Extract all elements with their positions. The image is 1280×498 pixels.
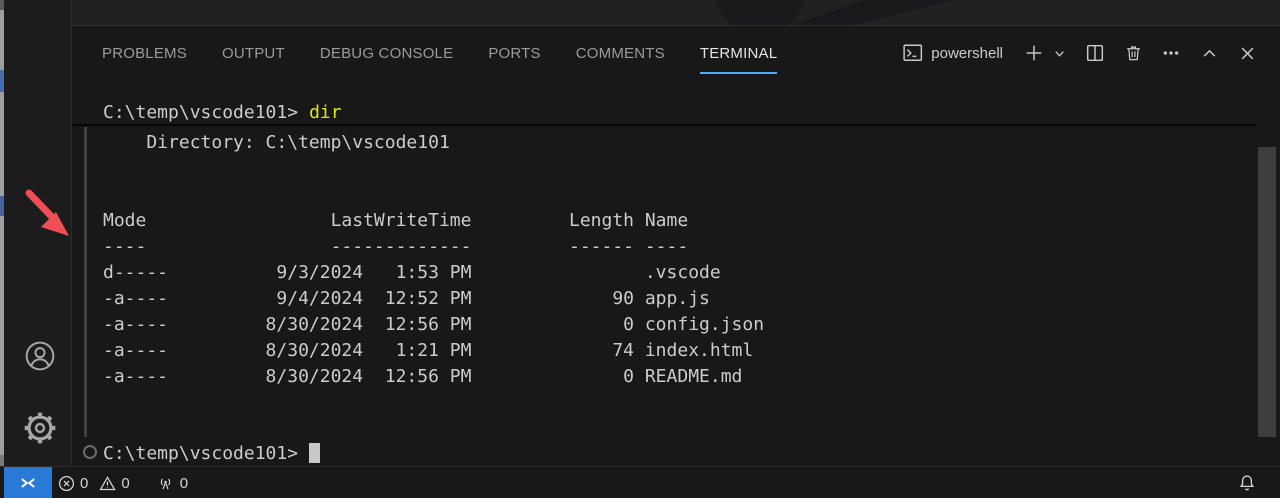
editor-strip [72,0,1280,26]
terminal-prompt: C:\temp\vscode101> [103,102,298,123]
more-actions-ellipsis-icon[interactable] [1162,44,1180,62]
shell-label: powershell [931,45,1003,62]
wallpaper-shape [72,0,1280,25]
status-bar-items: 0 0 0 [58,467,194,498]
error-icon [58,475,75,492]
tab-comments[interactable]: COMMENTS [576,26,665,80]
terminal-shell-item[interactable]: powershell [903,44,1003,62]
terminal-viewport[interactable]: C:\temp\vscode101> dir Directory: C:\temp… [72,80,1280,464]
maximize-panel-chevron-up-icon[interactable] [1200,44,1218,62]
account-icon[interactable] [24,340,56,372]
activity-bar [4,0,72,466]
terminal-gutter-line [84,127,87,437]
ports-status[interactable]: 0 [156,475,194,492]
terminal-icon [903,44,923,62]
launch-profile-chevron-down-icon[interactable] [1053,44,1066,62]
bell-icon [1238,474,1256,492]
warning-count: 0 [121,475,135,492]
tab-problems[interactable]: PROBLEMS [102,26,187,80]
terminal-scrollbar-thumb[interactable] [1258,147,1276,437]
terminal-input-line[interactable]: C:\temp\vscode101> [103,440,320,466]
close-panel-icon[interactable] [1238,44,1256,62]
command-decoration-ring[interactable] [83,445,97,459]
warning-icon [99,475,116,492]
new-terminal-button[interactable] [1025,44,1043,62]
broadcast-tower-icon [156,475,175,492]
split-terminal-button[interactable] [1086,44,1104,62]
settings-gear-icon[interactable] [24,412,56,444]
terminal-command-line: C:\temp\vscode101> dir [103,99,342,125]
tab-debug-console[interactable]: DEBUG CONSOLE [320,26,453,80]
tab-terminal[interactable]: TERMINAL [700,26,777,80]
tab-ports[interactable]: PORTS [488,26,540,80]
panel-tabs: PROBLEMS OUTPUT DEBUG CONSOLE PORTS COMM… [102,26,812,80]
ports-count: 0 [180,475,194,492]
terminal-prompt: C:\temp\vscode101> [103,443,298,464]
notifications-bell[interactable] [1238,467,1256,498]
terminal-cursor [309,443,320,463]
status-bar: 0 0 0 [0,466,1280,498]
tab-output[interactable]: OUTPUT [222,26,285,80]
remote-indicator-icon [19,474,37,492]
terminal-command: dir [309,102,342,123]
sticky-scroll-shadow [72,124,1256,126]
kill-terminal-trash-icon[interactable] [1124,44,1142,62]
panel-header: PROBLEMS OUTPUT DEBUG CONSOLE PORTS COMM… [72,26,1280,80]
remote-indicator[interactable] [4,467,52,498]
problems-status[interactable]: 0 0 [58,475,136,492]
panel-actions: powershell [903,26,1256,80]
error-count: 0 [80,475,94,492]
vscode-window: PROBLEMS OUTPUT DEBUG CONSOLE PORTS COMM… [0,0,1280,498]
terminal-output: Directory: C:\temp\vscode101 Mode LastWr… [103,130,764,390]
